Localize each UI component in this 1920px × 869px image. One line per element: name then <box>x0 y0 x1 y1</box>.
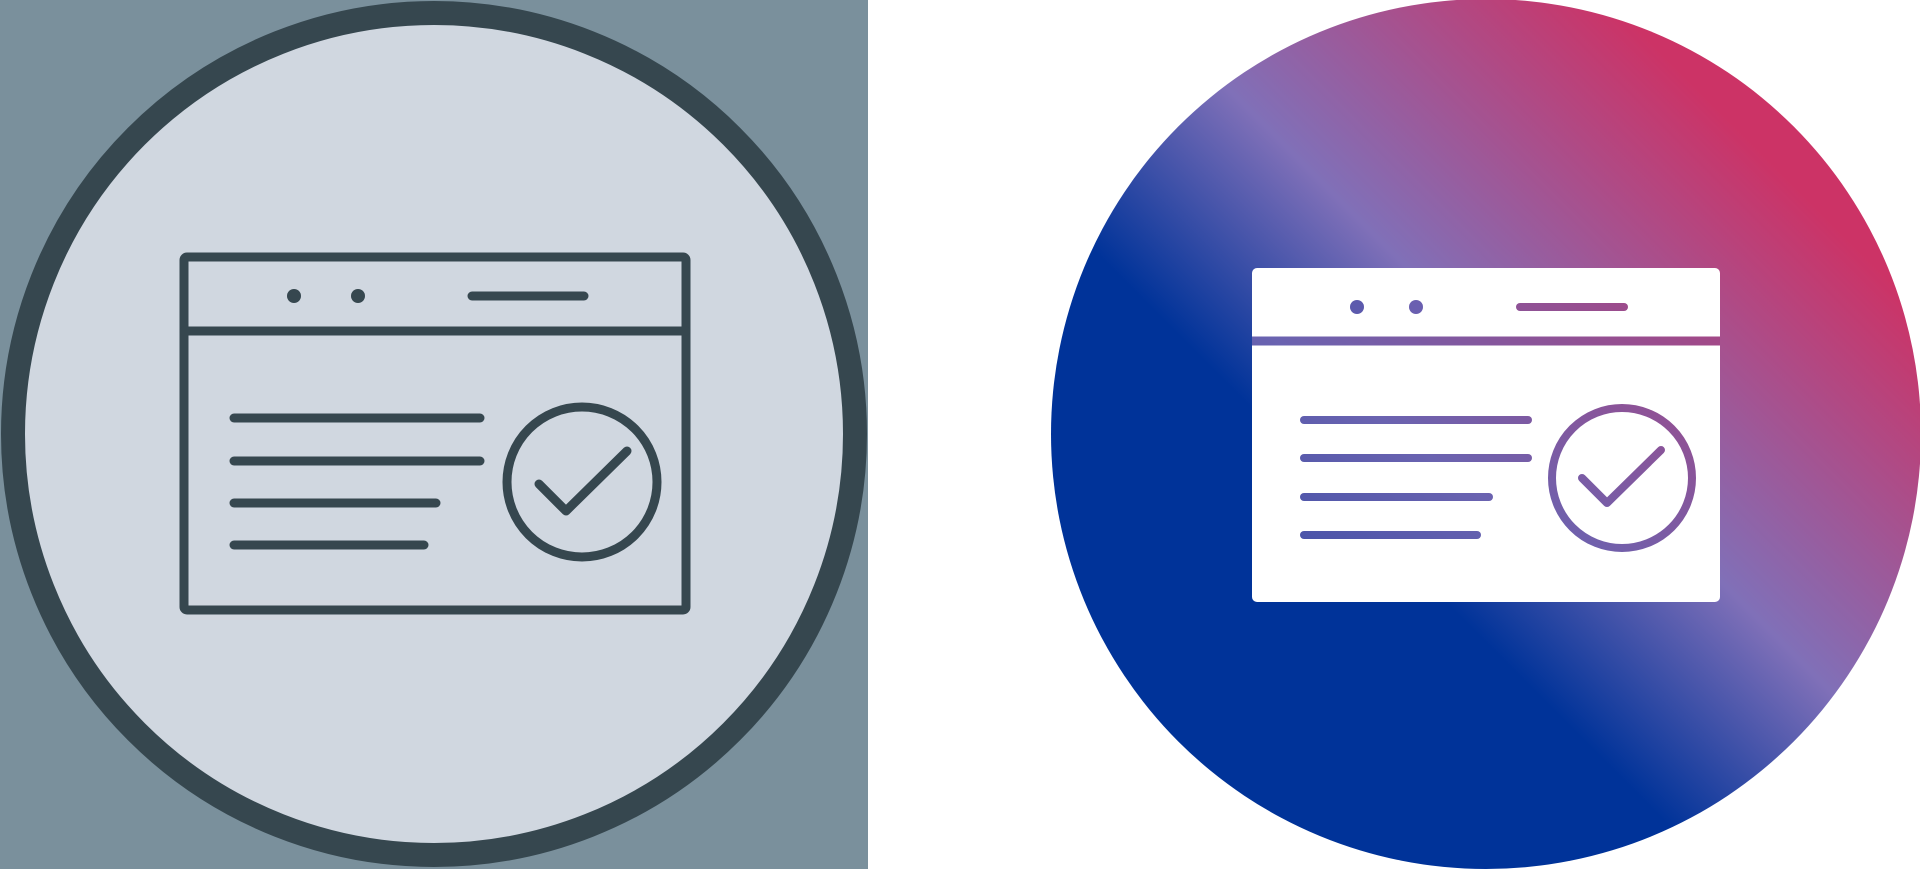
icon-pair-svg <box>0 0 1920 869</box>
browser-check-icon-gradient <box>1051 0 1920 869</box>
browser-check-icon-outline <box>0 0 868 869</box>
window-dot-icon <box>1350 300 1364 314</box>
icon-circle <box>1 1 867 867</box>
window-dot-icon <box>1409 300 1423 314</box>
window-dot-icon <box>351 289 365 303</box>
window-dot-icon <box>287 289 301 303</box>
icon-pair-canvas <box>0 0 1920 869</box>
browser-window-frame <box>1252 268 1720 602</box>
